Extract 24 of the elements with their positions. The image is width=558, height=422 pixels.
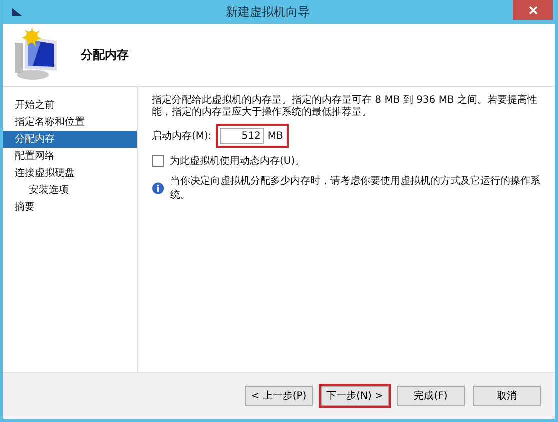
wizard-step[interactable]: 连接虚拟硬盘	[3, 165, 137, 182]
wizard-step[interactable]: 配置网络	[3, 148, 137, 165]
wizard-step[interactable]: 摘要	[3, 199, 137, 216]
wizard-button[interactable]: 下一步(N) >	[321, 386, 389, 406]
wizard-step[interactable]: 开始之前	[3, 97, 137, 114]
close-button[interactable]	[513, 0, 553, 20]
app-icon	[11, 7, 23, 17]
window-title: 新建虚拟机向导	[225, 4, 311, 20]
wizard-button[interactable]: 取消	[473, 386, 541, 406]
wizard-button[interactable]: 完成(F)	[397, 386, 465, 406]
info-icon	[152, 182, 165, 194]
memory-label: 启动内存(M):	[152, 130, 212, 143]
unit-label: MB	[268, 130, 284, 142]
checkbox-label: 为此虚拟机使用动态内存(U)。	[170, 154, 306, 168]
wizard-step[interactable]: 安装选项	[3, 182, 137, 199]
close-icon	[528, 6, 538, 14]
wizard-button[interactable]: < 上一步(P)	[245, 386, 313, 406]
info-text: 当你决定向虚拟机分配多少内存时，请考虑你要使用虚拟机的方式及它运行的操作系统。	[170, 174, 542, 202]
memory-field[interactable]: 512	[220, 128, 264, 144]
wizard-step[interactable]: 指定名称和位置	[3, 114, 137, 131]
description-text: 指定分配给此虚拟机的内存量。指定的内存量可在 8 MB 到 936 MB 之间。若要提高性能，指定的内存量应大于操作系统的最低推荐量。	[152, 95, 538, 118]
wizard-step[interactable]: 分配内存	[3, 131, 137, 148]
page-heading: 分配内存	[81, 46, 129, 64]
checkbox[interactable]	[152, 155, 164, 167]
